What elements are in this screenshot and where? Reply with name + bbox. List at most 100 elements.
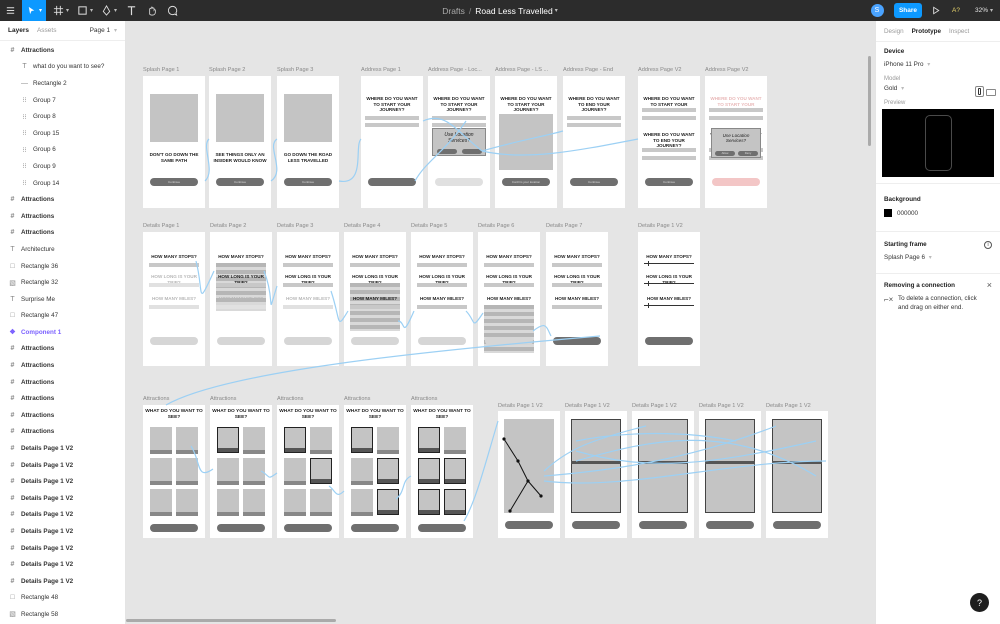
frame-label[interactable]: Address Page - End xyxy=(563,67,613,73)
continue-button[interactable] xyxy=(572,521,620,529)
attraction-tile[interactable] xyxy=(310,427,332,454)
tab-assets[interactable]: Assets xyxy=(37,27,57,34)
frame-label[interactable]: Details Page 5 xyxy=(411,223,447,229)
continue-button[interactable] xyxy=(418,337,466,345)
confirm-location-button[interactable]: Confirm your location xyxy=(502,178,550,186)
layer-row[interactable]: # Attractions xyxy=(0,191,125,208)
details-field[interactable] xyxy=(350,305,400,309)
attraction-tile[interactable] xyxy=(418,458,440,484)
continue-button[interactable] xyxy=(284,524,332,532)
frame-label[interactable]: Details Page 3 xyxy=(277,223,313,229)
layer-row[interactable]: ⁝⁝ Group 15 xyxy=(0,125,125,142)
allow-button[interactable] xyxy=(437,149,457,154)
layer-row[interactable]: # Details Page 1 V2 xyxy=(0,573,125,590)
continue-button[interactable] xyxy=(368,178,416,186)
frame-details-v2[interactable] xyxy=(766,411,828,538)
continue-button[interactable] xyxy=(773,521,821,529)
device-select[interactable]: iPhone 11 Pro ▾ xyxy=(884,61,992,68)
continue-button[interactable]: Continue xyxy=(570,178,618,186)
attraction-tile[interactable] xyxy=(351,458,373,485)
layer-row[interactable]: ❖ Component 1 xyxy=(0,324,125,341)
file-menu-chevron-icon[interactable]: ▾ xyxy=(555,7,558,14)
frame-label[interactable]: Attractions xyxy=(143,396,169,402)
frame-label[interactable]: Splash Page 2 xyxy=(209,67,245,73)
dropdown-options[interactable] xyxy=(484,305,534,353)
layer-row[interactable]: # Details Page 1 V2 xyxy=(0,523,125,540)
details-field[interactable] xyxy=(484,283,534,287)
frame-label[interactable]: Address Page - LS ... xyxy=(495,67,548,73)
layer-row[interactable]: # Attractions xyxy=(0,357,125,374)
attraction-tile[interactable] xyxy=(243,458,265,485)
location-dialog[interactable]: Use Location Services? Allow Deny xyxy=(711,128,761,158)
details-field[interactable] xyxy=(552,283,602,287)
details-field[interactable] xyxy=(417,305,467,309)
attraction-tile[interactable] xyxy=(243,489,265,516)
continue-button[interactable] xyxy=(150,524,198,532)
deny-button[interactable]: Deny xyxy=(738,151,758,156)
details-field[interactable] xyxy=(283,305,333,309)
layer-row[interactable]: # Details Page 1 V2 xyxy=(0,507,125,524)
continue-button[interactable] xyxy=(485,337,533,345)
frame-address-v2-loc[interactable]: WHERE DO YOU WANT TO START YOUR JOURNEY?… xyxy=(705,76,767,208)
attraction-tile[interactable] xyxy=(176,489,198,516)
address-field[interactable] xyxy=(365,116,419,120)
text-tool-button[interactable] xyxy=(122,0,140,21)
attraction-tile[interactable] xyxy=(377,427,399,454)
tab-layers[interactable]: Layers xyxy=(8,27,29,34)
frame-label[interactable]: Details Page 1 V2 xyxy=(498,403,543,409)
frame-splash[interactable]: SEE THINGS ONLY AN INSIDER WOULD KNOW Con… xyxy=(209,76,271,208)
layer-row[interactable]: Twhat do you want to see? xyxy=(0,59,125,76)
slider-knob[interactable] xyxy=(648,303,649,308)
frame-label[interactable]: Address Page V2 xyxy=(705,67,749,73)
layer-row[interactable]: — Rectangle 2 xyxy=(0,75,125,92)
details-field[interactable] xyxy=(149,263,199,267)
avatar[interactable]: S xyxy=(870,0,884,21)
address-field[interactable] xyxy=(642,148,696,152)
move-tool-button[interactable]: ▾ xyxy=(22,0,46,21)
location-dialog[interactable]: Use Location Services? xyxy=(432,128,486,156)
address-field[interactable] xyxy=(642,116,696,120)
continue-button[interactable] xyxy=(553,337,601,345)
continue-button[interactable] xyxy=(435,178,483,186)
breadcrumb-drafts[interactable]: Drafts xyxy=(442,6,465,16)
tab-inspect[interactable]: Inspect xyxy=(949,28,969,35)
continue-button[interactable]: Continue xyxy=(216,178,264,186)
frame-label[interactable]: Splash Page 3 xyxy=(277,67,313,73)
close-icon[interactable]: × xyxy=(987,280,992,290)
attraction-tile[interactable] xyxy=(284,489,306,516)
attraction-tile[interactable] xyxy=(351,489,373,516)
frame-details-v2[interactable] xyxy=(498,411,560,538)
slider-track[interactable] xyxy=(644,283,694,284)
frame-label[interactable]: Attractions xyxy=(411,396,437,402)
frame-label[interactable]: Details Page 1 xyxy=(143,223,179,229)
attraction-tile[interactable] xyxy=(150,427,172,454)
continue-button[interactable] xyxy=(712,178,760,186)
horizontal-scrollbar[interactable] xyxy=(126,619,336,622)
prototype-connection[interactable] xyxy=(338,138,362,182)
address-field[interactable] xyxy=(709,108,763,112)
hand-tool-button[interactable] xyxy=(142,0,160,21)
frame-attractions[interactable]: WHAT DO YOU WANT TO SEE? xyxy=(344,405,406,538)
layer-row[interactable]: # Details Page 1 V2 xyxy=(0,490,125,507)
frame-label[interactable]: Address Page 1 xyxy=(361,67,401,73)
details-field[interactable] xyxy=(216,305,266,309)
frame-address-loc[interactable]: WHERE DO YOU WANT TO START YOUR JOURNEY?… xyxy=(428,76,490,208)
comment-tool-button[interactable] xyxy=(162,0,182,21)
layer-row[interactable]: ⁝⁝ Group 14 xyxy=(0,175,125,192)
layer-row[interactable]: # Attractions xyxy=(0,390,125,407)
frame-label[interactable]: Details Page 7 xyxy=(546,223,582,229)
continue-button[interactable]: Continue xyxy=(284,178,332,186)
frame-tool-button[interactable]: ▾ xyxy=(50,0,72,21)
attraction-tile[interactable] xyxy=(243,427,265,454)
layer-row[interactable]: ⁝⁝ Group 6 xyxy=(0,142,125,159)
continue-button[interactable] xyxy=(217,524,265,532)
frame-label[interactable]: Details Page 1 V2 xyxy=(638,223,683,229)
portrait-orientation-icon[interactable] xyxy=(975,86,984,97)
frame-address-v2[interactable]: WHERE DO YOU WANT TO START YOUR JOURNEY?… xyxy=(638,76,700,208)
details-field[interactable] xyxy=(149,283,199,287)
details-field[interactable] xyxy=(417,263,467,267)
layer-row[interactable]: # Details Page 1 V2 xyxy=(0,457,125,474)
layer-row[interactable]: # Attractions xyxy=(0,42,125,59)
frame-address-map[interactable]: WHERE DO YOU WANT TO START YOUR JOURNEY?… xyxy=(495,76,557,208)
attraction-tile[interactable] xyxy=(377,458,399,484)
